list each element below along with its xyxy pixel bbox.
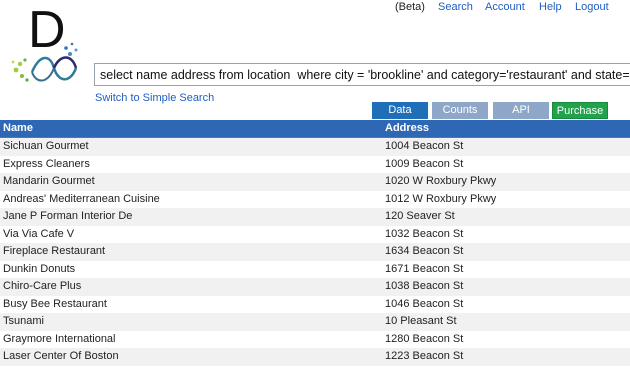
table-row: Express Cleaners 1009 Beacon St	[0, 155, 630, 173]
table-row: Fireplace Restaurant 1634 Beacon St	[0, 243, 630, 261]
cell-address: 1280 Beacon St	[385, 332, 464, 345]
table-row: Andreas' Mediterranean Cuisine 1012 W Rox…	[0, 190, 630, 208]
table-row: Tsunami 10 Pleasant St	[0, 313, 630, 331]
cell-name: Tsunami	[3, 315, 44, 327]
tab-counts[interactable]: Counts	[432, 102, 488, 119]
cell-address: 1046 Beacon St	[385, 297, 464, 310]
tab-purchase[interactable]: Purchase	[552, 102, 608, 119]
query-input[interactable]	[94, 63, 630, 86]
table-row: Laser Center Of Boston 1223 Beacon St	[0, 348, 630, 366]
table-row: Chiro-Care Plus 1038 Beacon St	[0, 278, 630, 296]
table-row: Mandarin Gourmet 1020 W Roxbury Pkwy	[0, 173, 630, 191]
cell-address: 1038 Beacon St	[385, 280, 464, 292]
table-row: Jane P Forman Interior De 120 Seaver St	[0, 208, 630, 226]
logout-link[interactable]: Logout	[575, 1, 609, 13]
cell-address: 1671 Beacon St	[385, 262, 464, 275]
table-header: Name Address	[0, 120, 630, 137]
cell-name: Laser Center Of Boston	[3, 350, 119, 362]
search-link[interactable]: Search	[438, 1, 473, 13]
cell-address: 1223 Beacon St	[385, 350, 464, 362]
cell-address: 1020 W Roxbury Pkwy	[385, 175, 497, 187]
cell-name: Fireplace Restaurant	[3, 245, 106, 257]
table-row: Dunkin Donuts 1671 Beacon St	[0, 260, 630, 278]
table-row: Via Via Cafe V 1032 Beacon St	[0, 225, 630, 243]
table-row: Busy Bee Restaurant 1046 Beacon St	[0, 295, 630, 313]
cell-name: Jane P Forman Interior De	[3, 210, 133, 222]
cell-address: 1004 Beacon St	[385, 140, 464, 152]
cell-address: 1012 W Roxbury Pkwy	[385, 192, 497, 205]
tab-data[interactable]: Data	[372, 102, 428, 119]
table-row: Sichuan Gourmet 1004 Beacon St	[0, 138, 630, 156]
cell-name: Chiro-Care Plus	[3, 280, 82, 292]
cell-name: Sichuan Gourmet	[3, 140, 89, 152]
cell-address: 1634 Beacon St	[385, 245, 464, 257]
switch-to-simple-search-link[interactable]: Switch to Simple Search	[95, 92, 214, 104]
logo-letter: D	[28, 2, 66, 59]
cell-name: Mandarin Gourmet	[3, 175, 95, 187]
cell-name: Via Via Cafe V	[3, 227, 75, 240]
cell-address: 1009 Beacon St	[385, 157, 464, 170]
cell-address: 1032 Beacon St	[385, 227, 464, 240]
results-table: Sichuan Gourmet 1004 Beacon St Express Cle…	[0, 138, 630, 366]
cell-name: Busy Bee Restaurant	[3, 297, 107, 310]
cell-address: 120 Seaver St	[385, 210, 455, 222]
cell-name: Express Cleaners	[3, 157, 90, 170]
logo: D	[10, 1, 82, 88]
table-row: Graymore International 1280 Beacon St	[0, 330, 630, 348]
help-link[interactable]: Help	[539, 1, 562, 13]
header-address[interactable]: Address	[385, 122, 429, 134]
account-link[interactable]: Account	[485, 1, 525, 13]
tab-api[interactable]: API	[493, 102, 549, 119]
cell-address: 10 Pleasant St	[385, 315, 457, 327]
cell-name: Andreas' Mediterranean Cuisine	[3, 192, 160, 205]
cell-name: Dunkin Donuts	[3, 262, 76, 275]
cell-name: Graymore International	[3, 332, 116, 345]
header-name[interactable]: Name	[3, 122, 33, 134]
beta-label: (Beta)	[395, 1, 425, 13]
